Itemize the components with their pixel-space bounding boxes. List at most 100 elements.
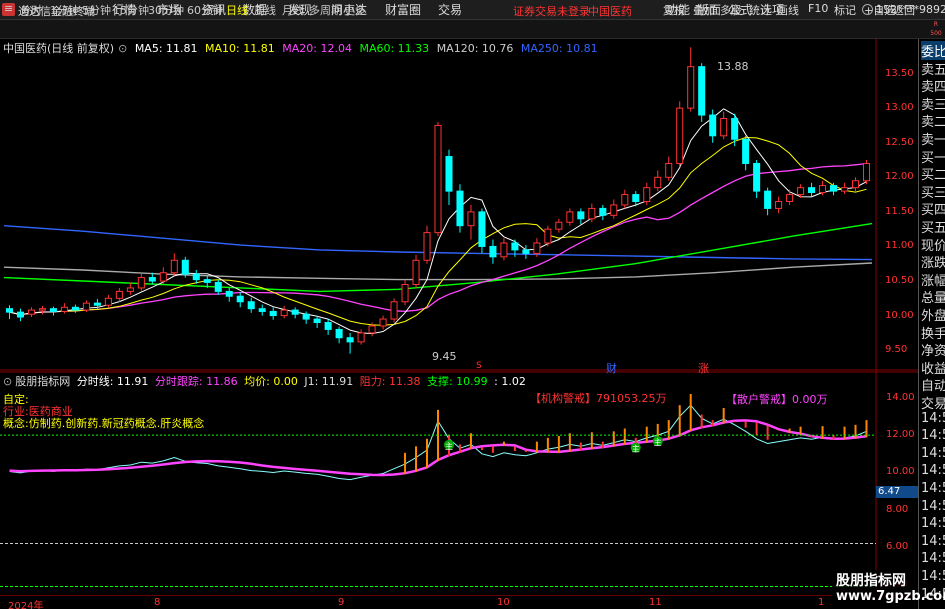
candle-body <box>687 66 695 109</box>
sidebar-item-19[interactable]: 自动 <box>921 375 945 394</box>
tool-7[interactable]: +自选 <box>864 2 895 18</box>
tool-1[interactable]: 叠加 <box>693 2 715 18</box>
sub-dropdown-icon[interactable]: ⊙ <box>3 375 12 388</box>
sidebar-item-6[interactable]: 买一 <box>921 147 945 166</box>
sidebar-item-9[interactable]: 买四 <box>921 199 945 218</box>
candle <box>643 182 651 205</box>
candle <box>862 160 871 185</box>
sidebar-item-13[interactable]: 涨幅 <box>921 270 945 289</box>
sidebar-item-5[interactable]: 卖一 <box>921 129 945 148</box>
candle <box>269 307 277 320</box>
period-tab-6[interactable]: 日线 <box>226 2 248 18</box>
sidebar-item-29[interactable]: 14:56 <box>921 551 945 566</box>
s-marker[interactable]: S <box>476 361 482 371</box>
sidebar-item-10[interactable]: 买五 <box>921 217 945 236</box>
period-tab-10[interactable]: 更多 <box>344 2 366 18</box>
tool-2[interactable]: 多股 <box>720 2 742 18</box>
sidebar-item-26[interactable]: 14:56 <box>921 499 945 514</box>
period-tab-4[interactable]: 30分钟 <box>148 2 184 18</box>
sidebar-item-21[interactable]: 14:56 <box>921 411 945 426</box>
candle-body <box>357 332 365 343</box>
login-warning[interactable]: 证券交易未登录 <box>513 3 590 19</box>
price-tick-3: 12.00 <box>885 171 914 183</box>
candle-body <box>731 118 739 140</box>
candle-body <box>665 162 673 178</box>
sidebar-item-16[interactable]: 换手 <box>921 323 945 342</box>
menu-6[interactable]: 财富圈 <box>385 0 421 20</box>
tool-5[interactable]: F10 <box>808 2 828 15</box>
candle <box>665 156 673 181</box>
period-tab-9[interactable]: 多周期 <box>309 2 342 18</box>
support-value: 支撑: 10.99 <box>426 375 488 388</box>
tool-8[interactable]: 返回 <box>893 2 915 18</box>
kline-chart[interactable]: 主主主 <box>0 39 918 594</box>
price-tick-8: 9.50 <box>885 344 908 356</box>
candle <box>676 101 684 167</box>
period-tab-8[interactable]: 月线 <box>282 2 304 18</box>
sidebar-item-28[interactable]: 14:56 <box>921 534 945 549</box>
sidebar-item-25[interactable]: 14:56 <box>921 481 945 496</box>
retail-alert: 【散户警戒】0.00万 <box>726 393 828 406</box>
candle <box>335 326 343 344</box>
sidebar-item-23[interactable]: 14:56 <box>921 446 945 461</box>
candle <box>181 256 189 278</box>
sidebar-item-0[interactable]: 委比 <box>921 41 945 60</box>
candle <box>82 300 90 313</box>
period-tab-0[interactable]: 分时 <box>20 2 42 18</box>
watermark-url: www.7gpzb.com <box>836 589 945 604</box>
candle <box>489 239 497 264</box>
candle-body <box>27 309 35 315</box>
sidebar-item-4[interactable]: 卖二 <box>921 111 945 130</box>
candle <box>753 160 761 199</box>
period-tab-1[interactable]: 1分钟 <box>50 2 79 18</box>
sidebar-item-11[interactable]: 现价 <box>921 235 945 254</box>
current-stock-name: 中国医药 <box>588 5 632 18</box>
sub-tick-4: 6.00 <box>886 541 909 553</box>
tool-0[interactable]: 复权 <box>663 2 685 18</box>
period-tab-2[interactable]: 5分钟 <box>82 2 111 18</box>
sidebar-item-2[interactable]: 卖四 <box>921 76 945 95</box>
sidebar-item-7[interactable]: 买二 <box>921 164 945 183</box>
candle <box>137 274 145 291</box>
candle <box>291 307 299 319</box>
sidebar-item-14[interactable]: 总量 <box>921 287 945 306</box>
sub-indicator-legend: ⊙ 股朋指标网 分时线: 11.91 分时跟踪: 11.86 均价: 0.00 J… <box>3 373 529 389</box>
sidebar-item-12[interactable]: 涨跌 <box>921 252 945 271</box>
fenshi-value: 分时线: 11.91 <box>76 375 149 388</box>
sidebar-item-27[interactable]: 14:56 <box>921 516 945 531</box>
sidebar-item-17[interactable]: 净资 <box>921 340 945 359</box>
tool-6[interactable]: 标记 <box>834 2 856 18</box>
sidebar-item-20[interactable]: 交易 <box>921 393 945 412</box>
sidebar-item-8[interactable]: 买三 <box>921 182 945 201</box>
candle-body <box>247 301 255 310</box>
sidebar-item-18[interactable]: 收益 <box>921 358 945 377</box>
tool-4[interactable]: 画线 <box>777 2 799 18</box>
indicator-name[interactable]: 股朋指标网 <box>15 375 70 388</box>
sidebar-item-1[interactable]: 卖五 <box>921 59 945 78</box>
menu-7[interactable]: 交易 <box>438 0 462 20</box>
tool-3[interactable]: 统计 <box>749 2 771 18</box>
candle-body <box>93 302 101 306</box>
sidebar-item-24[interactable]: 14:56 <box>921 463 945 478</box>
candle-body <box>71 306 79 311</box>
candle-body <box>544 228 552 244</box>
candle <box>720 111 728 140</box>
candle-body <box>60 306 68 312</box>
candle <box>610 199 618 219</box>
candle-body <box>753 162 761 192</box>
sidebar-item-30[interactable]: 14:56 <box>921 569 945 584</box>
period-tab-3[interactable]: 15分钟 <box>113 2 149 18</box>
sidebar-item-22[interactable]: 14:56 <box>921 428 945 443</box>
period-tab-7[interactable]: 周线 <box>254 2 276 18</box>
candle <box>313 315 321 329</box>
period-menu-icon[interactable]: ≡ <box>4 2 13 15</box>
sidebar-item-3[interactable]: 卖三 <box>921 94 945 113</box>
finance-marker[interactable]: 财 <box>606 360 617 376</box>
candle-body <box>709 114 717 137</box>
rise-marker[interactable]: 涨 <box>698 360 709 376</box>
candle <box>214 279 222 295</box>
period-tab-5[interactable]: 60分钟 <box>187 2 223 18</box>
candle-body <box>478 211 486 247</box>
sidebar-item-15[interactable]: 外盘 <box>921 305 945 324</box>
candle <box>247 297 255 313</box>
